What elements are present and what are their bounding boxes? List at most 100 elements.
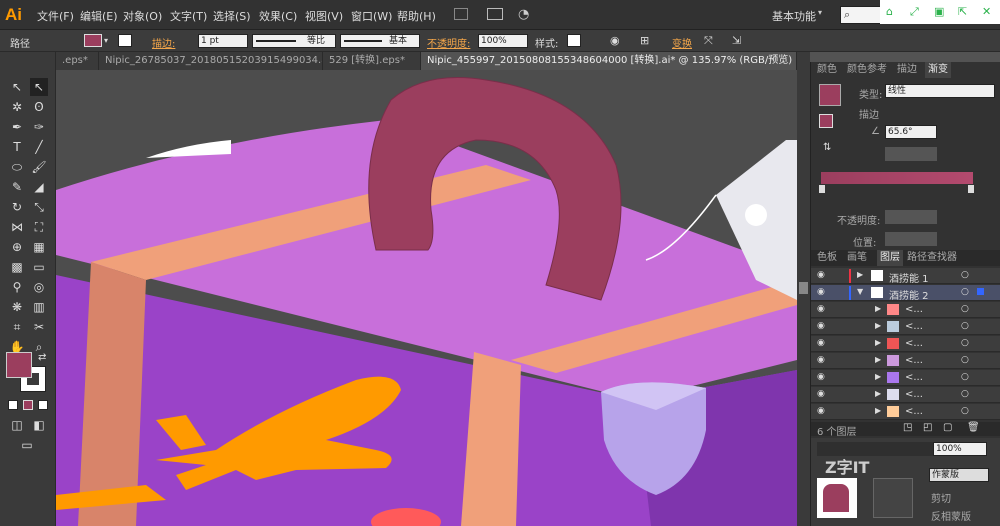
close-icon[interactable]: ✕: [982, 5, 991, 18]
tab-doc-1[interactable]: .eps*: [56, 52, 99, 70]
eyedropper-icon[interactable]: ⚲: [8, 278, 26, 296]
width-tool-icon[interactable]: ⋈: [8, 218, 26, 236]
target-icon[interactable]: ○: [961, 287, 969, 297]
target-icon[interactable]: ○: [961, 321, 969, 331]
perspective-grid-icon[interactable]: ▦: [30, 238, 48, 256]
gradient-stop-right[interactable]: [968, 185, 974, 193]
shape-builder-icon[interactable]: ⊕: [8, 238, 26, 256]
target-icon[interactable]: ○: [961, 372, 969, 382]
gradient-preview-swatch[interactable]: [819, 84, 841, 106]
sublayer-name[interactable]: <...: [905, 355, 923, 366]
bridge-icon[interactable]: [454, 8, 468, 20]
visibility-eye-icon[interactable]: ◉: [817, 355, 825, 365]
menu-window[interactable]: 窗口(W): [351, 8, 392, 24]
tab-gradient[interactable]: 渐变: [925, 62, 951, 78]
target-icon[interactable]: ○: [961, 389, 969, 399]
color-mode-icon[interactable]: [8, 400, 18, 410]
gradient-tool-icon[interactable]: ▭: [30, 258, 48, 276]
menu-type[interactable]: 文字(T): [170, 8, 207, 24]
chevron-down-icon[interactable]: ▾: [104, 36, 108, 45]
new-layer-icon[interactable]: ◳: [903, 422, 912, 433]
menu-effect[interactable]: 效果(C): [259, 8, 297, 24]
tab-swatches[interactable]: 色板: [817, 250, 837, 266]
tab-pathfinder[interactable]: 路径查找器: [907, 250, 957, 266]
tab-layers[interactable]: 图层: [877, 250, 903, 266]
selection-indicator[interactable]: [977, 288, 984, 295]
visibility-eye-icon[interactable]: ◉: [817, 372, 825, 382]
fill-color-box[interactable]: [6, 352, 32, 378]
tab-brushes[interactable]: 画笔: [847, 250, 867, 266]
paintbrush-icon[interactable]: 🖌: [30, 158, 48, 176]
draw-normal-icon[interactable]: ◫: [8, 416, 26, 434]
gradient-stop-left[interactable]: [819, 185, 825, 193]
chevron-down-icon[interactable]: ▼: [857, 287, 863, 296]
menu-help[interactable]: 帮助(H): [397, 8, 436, 24]
chevron-down-icon[interactable]: ▾: [818, 8, 822, 17]
layer-name[interactable]: 酒捞能 2: [889, 287, 929, 302]
fill-swatch[interactable]: [84, 34, 102, 47]
layer-row[interactable]: ◉ ▶ <... ○: [811, 319, 1000, 335]
target-icon[interactable]: ○: [961, 304, 969, 314]
workspace-switcher[interactable]: 基本功能: [772, 8, 816, 24]
target-icon[interactable]: ○: [961, 406, 969, 416]
make-mask-button[interactable]: 作蒙版: [929, 468, 989, 482]
scale-tool-icon[interactable]: ⤡: [30, 198, 48, 216]
aspect-ratio-field[interactable]: [885, 147, 937, 161]
menu-edit[interactable]: 编辑(E): [80, 8, 118, 24]
sublayer-name[interactable]: <...: [905, 321, 923, 332]
line-tool-icon[interactable]: ╱: [30, 138, 48, 156]
opacity-field[interactable]: [885, 210, 937, 224]
menu-file[interactable]: 文件(F): [37, 8, 74, 24]
opacity-label[interactable]: 不透明度:: [427, 35, 470, 50]
clip-checkbox-label[interactable]: 剪切: [931, 490, 951, 505]
stroke-label[interactable]: 描边:: [152, 35, 175, 50]
chevron-right-icon[interactable]: ▶: [875, 406, 881, 415]
delete-icon[interactable]: 🗑: [967, 422, 980, 433]
tab-color-guide[interactable]: 颜色参考: [847, 62, 887, 78]
invert-mask-checkbox-label[interactable]: 反相蒙版: [931, 508, 971, 523]
free-transform-icon[interactable]: ⛶: [30, 218, 48, 236]
none-mode-icon[interactable]: [38, 400, 48, 410]
gpu-performance-icon[interactable]: ◔: [518, 7, 529, 22]
target-icon[interactable]: ○: [961, 270, 969, 280]
column-graph-icon[interactable]: ▥: [30, 298, 48, 316]
tab-doc-active[interactable]: Nipic_455997_20150808155348604000 [转换].a…: [421, 52, 797, 70]
expand-icon[interactable]: ⤢: [910, 5, 919, 19]
isolate-icon[interactable]: ⇲: [732, 34, 741, 47]
layer-row[interactable]: ◉ ▶ <... ○: [811, 353, 1000, 369]
gradient-slider[interactable]: [821, 172, 973, 184]
artwork-thumbnail[interactable]: [817, 478, 857, 518]
opacity-mask-thumbnail[interactable]: [873, 478, 913, 518]
target-icon[interactable]: ○: [961, 355, 969, 365]
gradient-type-select[interactable]: 线性: [885, 84, 995, 98]
new-sublayer-icon[interactable]: ◰: [923, 422, 932, 433]
tab-stroke[interactable]: 描边: [897, 62, 917, 78]
visibility-eye-icon[interactable]: ◉: [817, 389, 825, 399]
chevron-right-icon[interactable]: ▶: [875, 372, 881, 381]
mesh-tool-icon[interactable]: ▩: [8, 258, 26, 276]
lasso-icon[interactable]: ʘ: [30, 98, 48, 116]
align-icon[interactable]: ⊞: [640, 34, 649, 47]
tab-color[interactable]: 颜色: [817, 62, 837, 78]
visibility-eye-icon[interactable]: ◉: [817, 287, 825, 297]
chevron-right-icon[interactable]: ▶: [875, 321, 881, 330]
tab-doc-3[interactable]: 529 [转换].eps*: [323, 52, 421, 70]
screen-mode-icon[interactable]: ▭: [18, 436, 36, 454]
save-icon[interactable]: ▣: [934, 5, 944, 18]
stroke-weight-field[interactable]: 1 pt: [198, 34, 248, 48]
tab-doc-2[interactable]: Nipic_26785037_20180515203915499034.ai*: [99, 52, 323, 70]
layer-row[interactable]: ◉ ▶ <... ○: [811, 336, 1000, 352]
sublayer-name[interactable]: <...: [905, 372, 923, 383]
stroke-swatch[interactable]: [118, 34, 132, 47]
layer-row[interactable]: ◉ ▼ 酒捞能 2 ○: [811, 285, 1000, 302]
chevron-right-icon[interactable]: ▶: [857, 270, 863, 279]
chevron-right-icon[interactable]: ▶: [875, 338, 881, 347]
create-new-icon[interactable]: ▢: [943, 422, 952, 433]
visibility-eye-icon[interactable]: ◉: [817, 406, 825, 416]
blend-tool-icon[interactable]: ◎: [30, 278, 48, 296]
type-tool-icon[interactable]: T: [8, 138, 26, 156]
transform-icon[interactable]: ⤧: [704, 34, 713, 48]
layer-row[interactable]: ◉ ▶ <... ○: [811, 302, 1000, 318]
direct-selection-tool-icon[interactable]: ↖: [30, 78, 48, 96]
selection-tool-icon[interactable]: ↖: [8, 78, 26, 96]
